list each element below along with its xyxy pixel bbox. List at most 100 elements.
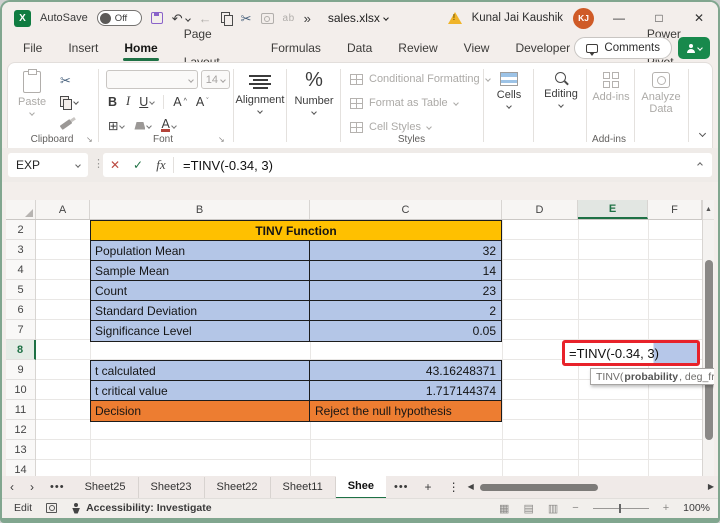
sheet-tab-active[interactable]: Shee: [336, 476, 386, 499]
vertical-scrollbar-thumb[interactable]: [705, 260, 713, 440]
collapse-ribbon-icon[interactable]: [699, 130, 706, 137]
sheet-tab[interactable]: Sheet23: [139, 477, 205, 498]
font-name-select[interactable]: [106, 70, 198, 89]
scroll-left-icon[interactable]: ◀: [468, 482, 474, 491]
page-break-view-icon[interactable]: ▥: [548, 502, 558, 515]
format-painter-button[interactable]: [60, 115, 78, 133]
column-header-e[interactable]: E: [578, 200, 648, 219]
row-header-13[interactable]: 13: [6, 440, 35, 460]
copy-button[interactable]: [60, 93, 78, 111]
cell-decision-label[interactable]: Decision: [91, 401, 310, 421]
next-sheet-icon[interactable]: ›: [22, 480, 42, 494]
column-header-b[interactable]: B: [90, 200, 310, 219]
sheet-tab[interactable]: Sheet22: [205, 477, 271, 498]
font-dialog-launcher[interactable]: ↘: [218, 135, 225, 144]
sheet-tab[interactable]: Sheet25: [73, 477, 139, 498]
cell-value[interactable]: 14: [310, 261, 501, 280]
cell-value[interactable]: 2: [310, 301, 501, 320]
cancel-entry-icon[interactable]: ✕: [103, 158, 127, 172]
tab-data[interactable]: Data: [334, 34, 385, 62]
row-header-4[interactable]: 4: [6, 260, 35, 280]
italic-button[interactable]: I: [126, 94, 130, 109]
zoom-level[interactable]: 100%: [683, 502, 710, 514]
tab-insert[interactable]: Insert: [55, 34, 111, 62]
cell-value[interactable]: 1.717144374: [310, 381, 501, 401]
row-header-3[interactable]: 3: [6, 240, 35, 260]
share-button[interactable]: [678, 37, 710, 59]
more-sheets-icon[interactable]: •••: [42, 481, 73, 493]
formula-input[interactable]: =TINV(-0.34, 3): [183, 158, 273, 173]
font-size-select[interactable]: 14: [201, 70, 230, 89]
zoom-slider[interactable]: [593, 508, 649, 509]
row-header-10[interactable]: 10: [6, 380, 35, 400]
accessibility-status[interactable]: Accessibility: Investigate: [71, 502, 211, 514]
autosave-toggle[interactable]: Off: [97, 10, 142, 26]
more-commands-icon[interactable]: »: [304, 12, 311, 25]
row-header-5[interactable]: 5: [6, 280, 35, 300]
name-box[interactable]: EXP: [8, 153, 88, 177]
cell-label[interactable]: t critical value: [91, 381, 310, 401]
cell-label[interactable]: Count: [91, 281, 310, 300]
row-header-8[interactable]: 8: [6, 340, 36, 360]
tab-review[interactable]: Review: [385, 34, 450, 62]
scroll-right-icon[interactable]: ▶: [708, 482, 714, 491]
tab-home[interactable]: Home: [111, 34, 170, 62]
cell-value[interactable]: 43.16248371: [310, 361, 501, 380]
tab-formulas[interactable]: Formulas: [258, 34, 334, 62]
cell-label[interactable]: Sample Mean: [91, 261, 310, 280]
new-sheet-button[interactable]: +: [417, 480, 440, 494]
tab-view[interactable]: View: [451, 34, 503, 62]
increase-font-button[interactable]: A^: [173, 95, 187, 109]
column-header-c[interactable]: C: [310, 200, 502, 219]
alignment-button[interactable]: Alignment: [237, 73, 283, 113]
collapse-formula-bar-icon[interactable]: [697, 162, 703, 168]
zoom-slider-knob[interactable]: [619, 504, 621, 513]
row-header-11[interactable]: 11: [6, 400, 35, 420]
number-button[interactable]: % Number: [292, 69, 336, 114]
confirm-entry-icon[interactable]: ✓: [127, 158, 149, 172]
cell-styles-button[interactable]: Cell Styles: [350, 121, 431, 133]
active-cell-e8-formula[interactable]: =TINV(-0.34, 3): [562, 340, 700, 366]
row-header-2[interactable]: 2: [6, 220, 35, 240]
macro-record-icon[interactable]: [46, 503, 57, 513]
horizontal-scrollbar[interactable]: ◀ ▶: [468, 476, 718, 498]
paste-button[interactable]: Paste: [18, 71, 46, 115]
cell-title-tinv-function[interactable]: TINV Function: [90, 220, 502, 241]
sheet-tab[interactable]: Sheet11: [271, 477, 336, 498]
prev-sheet-icon[interactable]: ‹: [2, 480, 22, 494]
cell-decision-value[interactable]: Reject the null hypothesis: [310, 401, 501, 421]
page-layout-view-icon[interactable]: ▤: [523, 502, 533, 515]
tab-developer[interactable]: Developer: [502, 34, 583, 62]
column-header-f[interactable]: F: [648, 200, 702, 219]
cut-button[interactable]: ✂: [60, 71, 78, 89]
cells-button[interactable]: Cells: [489, 72, 529, 108]
save-icon[interactable]: [151, 12, 163, 24]
select-all-button[interactable]: [6, 200, 36, 219]
format-as-table-button[interactable]: Format as Table: [350, 97, 458, 109]
horizontal-scrollbar-thumb[interactable]: [480, 484, 598, 491]
vertical-scrollbar[interactable]: ▲: [702, 200, 714, 476]
row-header-6[interactable]: 6: [6, 300, 35, 320]
clipboard-dialog-launcher[interactable]: ↘: [86, 135, 93, 144]
cell-label[interactable]: Significance Level: [91, 321, 310, 341]
row-header-12[interactable]: 12: [6, 420, 35, 440]
normal-view-icon[interactable]: ▦: [499, 502, 509, 515]
cell-value[interactable]: 0.05: [310, 321, 501, 341]
cell-value[interactable]: 23: [310, 281, 501, 300]
font-color-button[interactable]: A: [161, 119, 175, 132]
borders-button[interactable]: ⊞: [108, 118, 124, 133]
insert-function-icon[interactable]: fx: [149, 157, 173, 173]
column-header-d[interactable]: D: [502, 200, 578, 219]
column-header-a[interactable]: A: [36, 200, 90, 219]
zoom-in-icon[interactable]: +: [663, 502, 669, 514]
cell-label[interactable]: t calculated: [91, 361, 310, 380]
cell-label[interactable]: Standard Deviation: [91, 301, 310, 320]
cell-value[interactable]: 32: [310, 241, 501, 260]
fill-color-button[interactable]: [134, 122, 151, 130]
row-header-14[interactable]: 14: [6, 460, 35, 476]
decrease-font-button[interactable]: Aˇ: [196, 95, 209, 109]
conditional-formatting-button[interactable]: Conditional Formatting: [350, 73, 490, 85]
row-header-9[interactable]: 9: [6, 360, 35, 380]
bold-button[interactable]: B: [108, 95, 117, 109]
scroll-up-icon[interactable]: ▲: [703, 200, 714, 220]
